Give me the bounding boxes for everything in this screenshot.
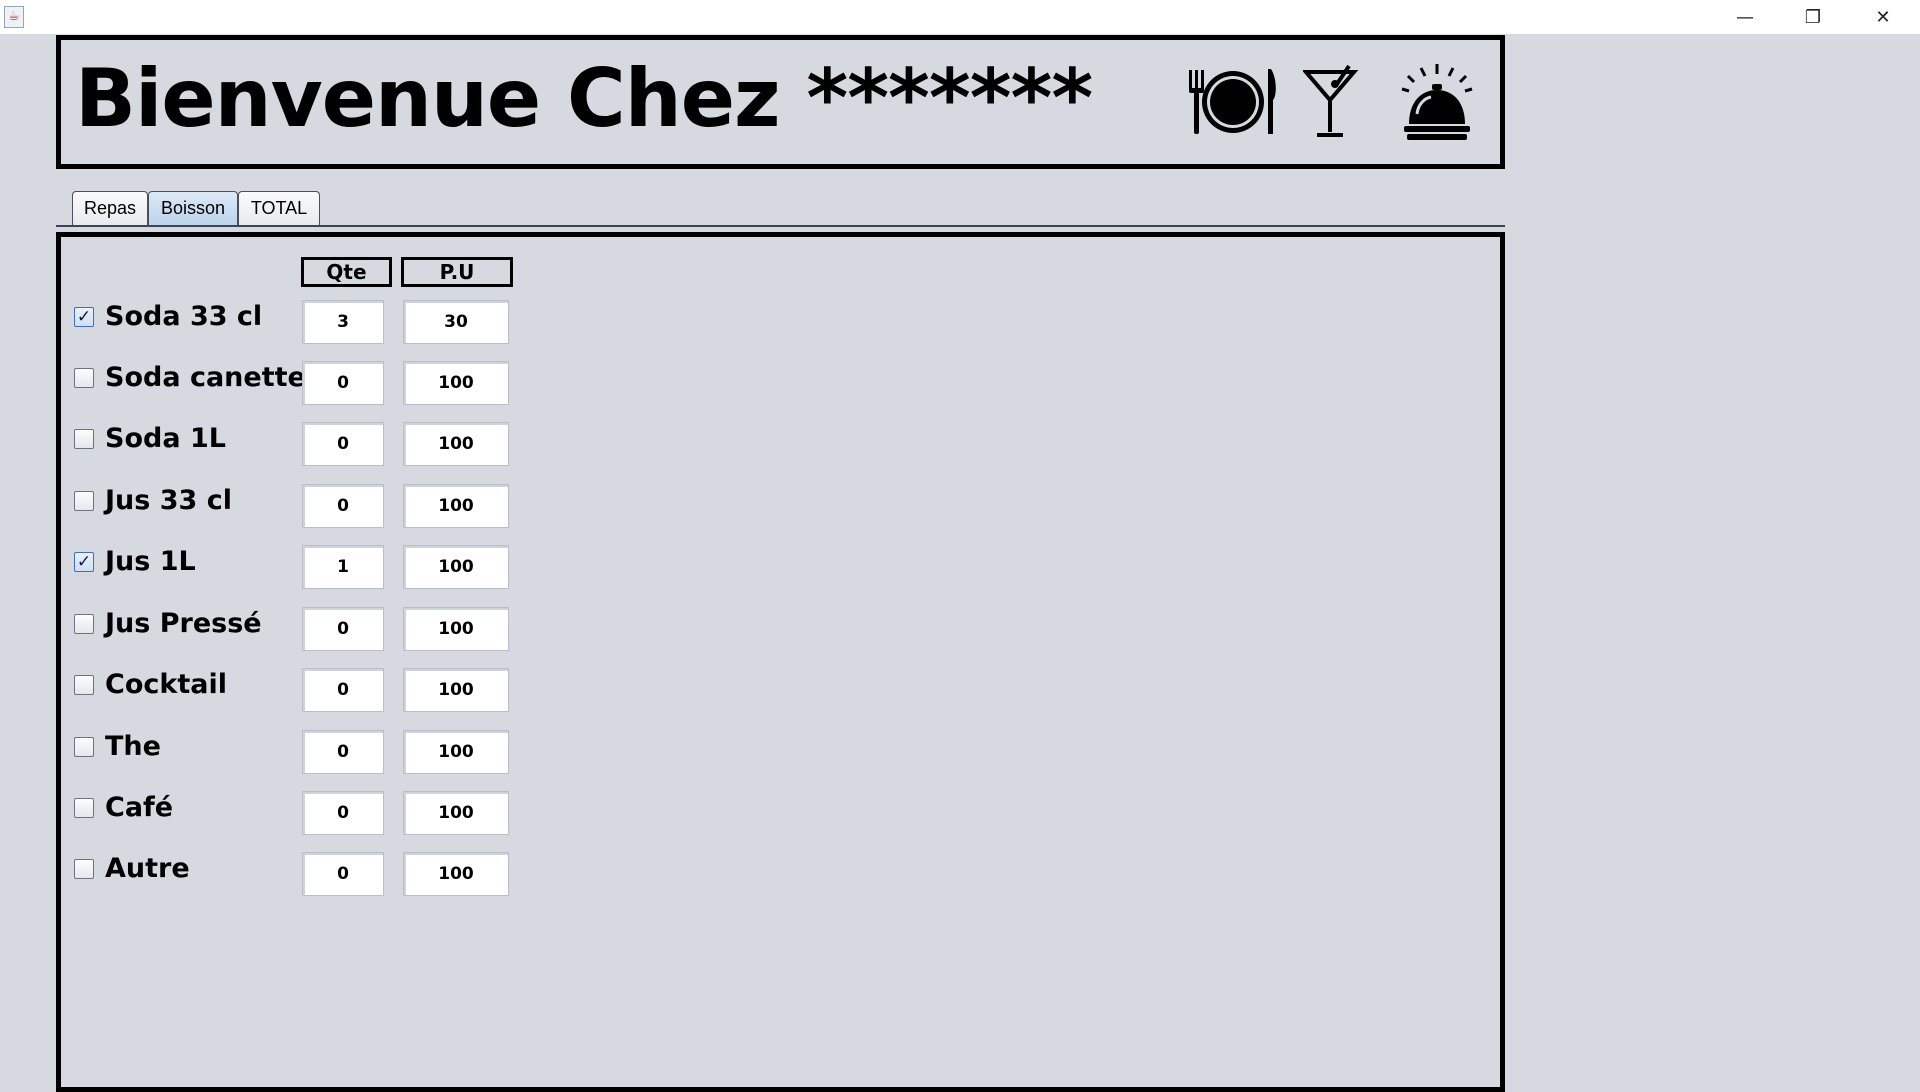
autre-checkbox[interactable]	[74, 859, 94, 879]
window-titlebar: ☕ — ❐ ✕	[0, 0, 1920, 34]
beverage-row: Soda canette 0 100	[61, 360, 561, 410]
qty-field[interactable]: 0	[302, 607, 384, 651]
unit-price-field[interactable]: 100	[403, 545, 509, 589]
qty-column-header: Qte	[301, 257, 392, 287]
tab-repas[interactable]: Repas	[72, 191, 148, 225]
tab-total[interactable]: TOTAL	[238, 191, 320, 225]
item-label: Soda canette	[105, 362, 306, 393]
jus-presse-checkbox[interactable]	[74, 614, 94, 634]
beverage-row: Autre 0 100	[61, 851, 561, 901]
beverage-row: Café 0 100	[61, 790, 561, 840]
cafe-checkbox[interactable]	[74, 798, 94, 818]
cocktail-checkbox[interactable]	[74, 675, 94, 695]
unit-price-field[interactable]: 100	[403, 361, 509, 405]
unit-price-field[interactable]: 100	[403, 484, 509, 528]
unit-price-field[interactable]: 100	[403, 730, 509, 774]
qty-field[interactable]: 1	[302, 545, 384, 589]
item-label: Cocktail	[105, 669, 227, 700]
item-label: Jus 1L	[105, 546, 196, 577]
close-button[interactable]: ✕	[1848, 0, 1918, 34]
qty-field[interactable]: 0	[302, 791, 384, 835]
item-label: Café	[105, 792, 174, 823]
qty-field[interactable]: 0	[302, 361, 384, 405]
restore-button[interactable]: ❐	[1778, 0, 1848, 34]
unit-price-field[interactable]: 100	[403, 791, 509, 835]
tab-divider	[56, 225, 1505, 227]
beverage-row: Jus 33 cl 0 100	[61, 483, 561, 533]
cocktail-glass-icon	[1303, 64, 1359, 137]
qty-field[interactable]: 0	[302, 422, 384, 466]
beverage-row: ✓ Soda 33 cl 3 30	[61, 299, 561, 349]
beverage-row: Soda 1L 0 100	[61, 421, 561, 471]
item-label: Soda 1L	[105, 423, 226, 454]
tab-boisson[interactable]: Boisson	[148, 191, 238, 225]
qty-field[interactable]: 0	[302, 668, 384, 712]
beverage-row: Jus Pressé 0 100	[61, 606, 561, 656]
unit-price-field[interactable]: 100	[403, 607, 509, 651]
qty-field[interactable]: 0	[302, 730, 384, 774]
item-label: Soda 33 cl	[105, 301, 263, 332]
soda-1l-checkbox[interactable]	[74, 429, 94, 449]
the-checkbox[interactable]	[74, 737, 94, 757]
item-label: Autre	[105, 853, 190, 884]
beverage-row: Cocktail 0 100	[61, 667, 561, 717]
qty-field[interactable]: 3	[302, 300, 384, 344]
beverage-row: ✓ Jus 1L 1 100	[61, 544, 561, 594]
jus-1l-checkbox[interactable]: ✓	[74, 552, 94, 572]
service-bell-icon	[1401, 64, 1473, 140]
soda-canette-checkbox[interactable]	[74, 368, 94, 388]
jus-33cl-checkbox[interactable]	[74, 491, 94, 511]
plate-cutlery-icon	[1189, 69, 1276, 134]
item-label: Jus Pressé	[105, 608, 262, 639]
unit-price-column-header: P.U	[401, 257, 513, 287]
minimize-button[interactable]: —	[1710, 0, 1780, 34]
soda-33cl-checkbox[interactable]: ✓	[74, 307, 94, 327]
tab-bar: Repas Boisson TOTAL	[56, 191, 1505, 227]
qty-field[interactable]: 0	[302, 852, 384, 896]
beverage-panel: Qte P.U ✓ Soda 33 cl 3 30 Soda canette 0…	[56, 232, 1505, 1092]
unit-price-field[interactable]: 100	[403, 852, 509, 896]
item-label: Jus 33 cl	[105, 485, 232, 516]
qty-field[interactable]: 0	[302, 484, 384, 528]
java-app-icon[interactable]: ☕	[4, 6, 24, 28]
welcome-title: Bienvenue Chez *******	[75, 52, 1093, 145]
unit-price-field[interactable]: 100	[403, 422, 509, 466]
welcome-banner: Bienvenue Chez *******	[56, 35, 1505, 169]
unit-price-field[interactable]: 30	[403, 300, 509, 344]
beverage-row: The 0 100	[61, 729, 561, 779]
unit-price-field[interactable]: 100	[403, 668, 509, 712]
item-label: The	[105, 731, 161, 762]
